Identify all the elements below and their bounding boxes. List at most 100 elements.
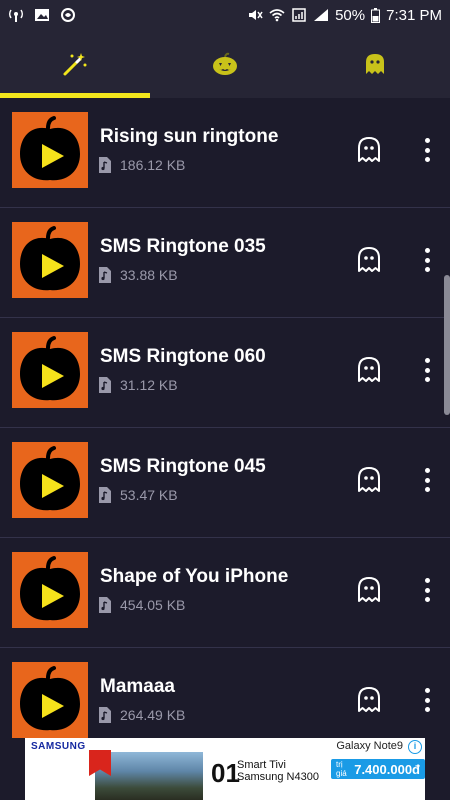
ringtone-list[interactable]: Rising sun ringtone 186.12 KB SMS Ringto… [0,98,450,738]
ad-product: Smart Tivi Samsung N4300 [237,759,319,783]
ringtone-meta: 264.49 KB [98,706,185,724]
more-options-button[interactable] [416,466,438,494]
ringtone-title: SMS Ringtone 045 [100,456,266,477]
dot [424,597,430,602]
more-options-button[interactable] [416,246,438,274]
magic-wand-icon [63,53,87,76]
list-item[interactable]: SMS Ringtone 035 33.88 KB [0,208,450,318]
pumpkin-icon [213,52,237,75]
ghost-icon [366,54,384,74]
ringtone-title: Rising sun ringtone [100,126,279,147]
pumpkin-play-icon [20,556,80,621]
set-ringtone-button[interactable] [356,356,382,384]
file-icon [99,267,111,283]
dot [424,468,430,473]
ghost-icon [358,687,380,712]
dot [424,688,430,693]
set-ringtone-button[interactable] [356,576,382,604]
set-ringtone-button[interactable] [356,686,382,714]
ad-price-box: trị giá 7.400.000đ [331,759,425,779]
ghost-icon [358,577,380,602]
pumpkin-play-icon [20,446,80,511]
dot [424,138,430,143]
ghost-icon [358,137,380,162]
dot [424,697,430,703]
ad-banner[interactable]: SAMSUNG Galaxy Note9 i 01 Smart Tivi Sam… [25,738,425,800]
signal-icon [314,9,329,21]
file-icon [99,157,111,173]
ad-product-line2: Samsung N4300 [237,771,319,783]
file-icon [99,487,111,503]
ad-number: 01 [211,758,240,788]
ringtone-size: 186.12 KB [120,157,186,173]
ringtone-meta: 454.05 KB [98,596,185,614]
file-icon [99,597,111,613]
ringtone-meta: 53.47 KB [98,486,178,504]
tab-effects[interactable] [0,30,150,98]
dot [424,587,430,593]
list-item[interactable]: SMS Ringtone 060 31.12 KB [0,318,450,428]
ringtone-thumbnail[interactable] [12,662,88,738]
ringtone-size: 53.47 KB [120,487,178,503]
scrollbar-handle[interactable] [444,275,450,415]
ad-brand: SAMSUNG [31,741,86,752]
ad-info-icon[interactable]: i [408,740,422,754]
ringtone-size: 454.05 KB [120,597,186,613]
ringtone-thumbnail[interactable] [12,112,88,188]
mute-icon [249,10,263,20]
hotspot-icon [9,9,23,22]
ghost-icon [358,357,380,382]
dot [424,487,430,492]
pumpkin-play-icon [20,666,80,731]
dot [424,377,430,382]
set-ringtone-button[interactable] [356,466,382,494]
ringtone-title: Shape of You iPhone [100,566,289,587]
more-options-button[interactable] [416,136,438,164]
dot [424,267,430,272]
dot [424,367,430,373]
status-right: 50% 7:31 PM [247,7,442,24]
more-options-button[interactable] [416,356,438,384]
dot [424,257,430,263]
list-item[interactable]: Shape of You iPhone 454.05 KB [0,538,450,648]
image-icon [35,9,49,21]
ringtone-thumbnail[interactable] [12,552,88,628]
battery-percent: 50% [335,6,366,24]
set-ringtone-button[interactable] [356,136,382,164]
status-bar: 50% 7:31 PM [0,0,450,30]
app-notification-icon [61,8,75,22]
wifi-icon [269,9,285,22]
ringtone-size: 33.88 KB [120,267,178,283]
more-options-button[interactable] [416,686,438,714]
clock: 7:31 PM [386,6,442,24]
ringtone-thumbnail[interactable] [12,442,88,518]
tab-ghosts[interactable] [300,30,450,98]
list-item[interactable]: Rising sun ringtone 186.12 KB [0,98,450,208]
dot [424,157,430,162]
ad-model: Galaxy Note9 [336,740,403,752]
dot [424,248,430,253]
ringtone-thumbnail[interactable] [12,222,88,298]
set-ringtone-button[interactable] [356,246,382,274]
ringtone-meta: 31.12 KB [98,376,178,394]
ad-product-line1: Smart Tivi [237,759,286,771]
tab-bar [0,30,450,98]
tab-halloween[interactable] [150,30,300,98]
dot [424,477,430,483]
ghost-icon [358,247,380,272]
ringtone-size: 264.49 KB [120,707,186,723]
status-left [8,8,76,22]
dot [424,147,430,153]
ringtone-thumbnail[interactable] [12,332,88,408]
sim-icon [292,8,306,22]
list-item[interactable]: SMS Ringtone 045 53.47 KB [0,428,450,538]
ghost-icon [358,467,380,492]
list-item[interactable]: Mamaaa 264.49 KB [0,648,450,738]
ad-image [95,752,203,800]
ringtone-meta: 33.88 KB [98,266,178,284]
more-options-button[interactable] [416,576,438,604]
pumpkin-play-icon [20,226,80,291]
battery-icon [371,7,381,23]
pumpkin-play-icon [20,336,80,401]
ringtone-title: SMS Ringtone 060 [100,346,266,367]
